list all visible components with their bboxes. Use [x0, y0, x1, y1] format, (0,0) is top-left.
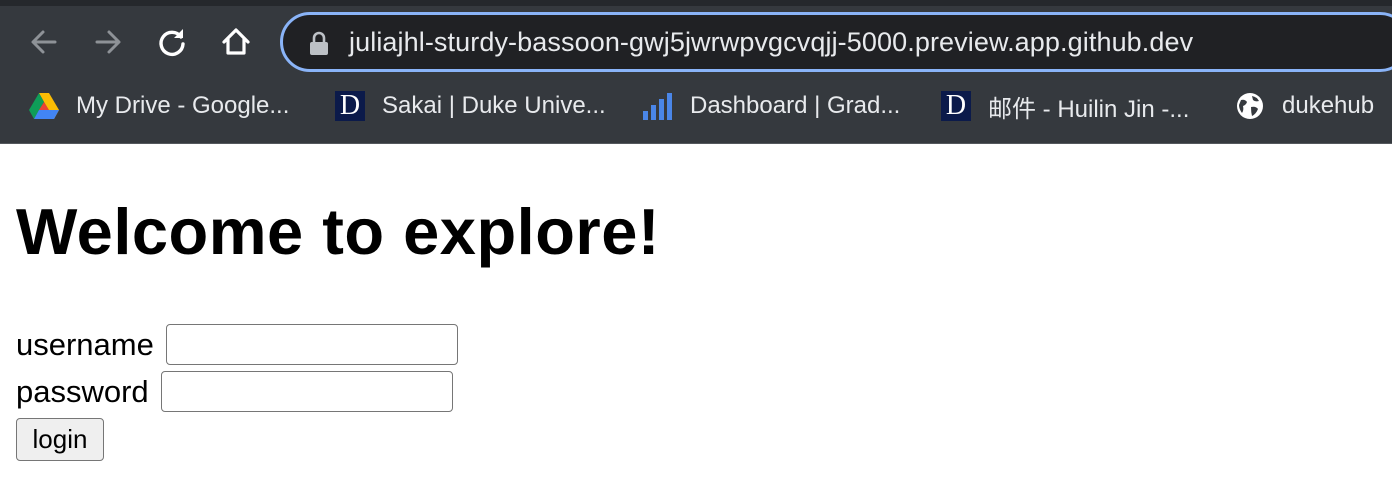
duke-d-glyph: D — [335, 91, 365, 121]
lock-icon[interactable] — [309, 31, 329, 57]
home-button[interactable] — [216, 22, 256, 62]
reload-button[interactable] — [152, 22, 192, 62]
login-button[interactable]: login — [16, 418, 104, 461]
duke-d-glyph: D — [941, 91, 971, 121]
duke-d-icon: D — [940, 90, 972, 122]
bookmark-my-drive[interactable]: My Drive - Google... — [28, 86, 289, 126]
password-label: password — [16, 373, 149, 409]
bookmark-label: dukehub — [1282, 92, 1375, 119]
username-row: username — [16, 324, 458, 365]
globe-icon — [1234, 90, 1266, 122]
back-arrow-icon — [31, 30, 57, 54]
username-label: username — [16, 326, 154, 362]
url-text[interactable]: juliajhl-sturdy-bassoon-gwj5jwrwpvgcvqjj… — [349, 27, 1193, 58]
bookmark-label: Sakai | Duke Unive... — [382, 92, 606, 119]
bookmark-dashboard[interactable]: Dashboard | Grad... — [642, 86, 900, 126]
home-icon — [222, 28, 250, 55]
back-button[interactable] — [24, 22, 64, 62]
bookmark-mail[interactable]: D 邮件 - Huilin Jin -... — [940, 86, 1189, 126]
address-bar[interactable]: juliajhl-sturdy-bassoon-gwj5jwrwpvgcvqjj… — [280, 12, 1392, 72]
password-row: password — [16, 371, 453, 412]
page-title: Welcome to explore! — [16, 195, 661, 268]
forward-arrow-icon — [95, 30, 121, 54]
bookmark-label: Dashboard | Grad... — [690, 92, 901, 119]
google-drive-icon — [28, 90, 60, 122]
reload-icon — [159, 29, 185, 57]
bookmark-dukehub[interactable]: dukehub — [1234, 86, 1374, 126]
username-input[interactable] — [165, 324, 458, 365]
forward-button[interactable] — [88, 22, 128, 62]
bookmark-label: My Drive - Google... — [76, 92, 290, 119]
bar-chart-icon — [642, 90, 674, 122]
duke-d-icon: D — [334, 90, 366, 122]
bookmark-sakai[interactable]: D Sakai | Duke Unive... — [334, 86, 606, 126]
bookmark-label: 邮件 - Huilin Jin -... — [988, 95, 1190, 123]
password-input[interactable] — [160, 371, 453, 412]
browser-toolbar: juliajhl-sturdy-bassoon-gwj5jwrwpvgcvqjj… — [0, 0, 1392, 144]
tab-strip-edge — [0, 0, 1392, 6]
